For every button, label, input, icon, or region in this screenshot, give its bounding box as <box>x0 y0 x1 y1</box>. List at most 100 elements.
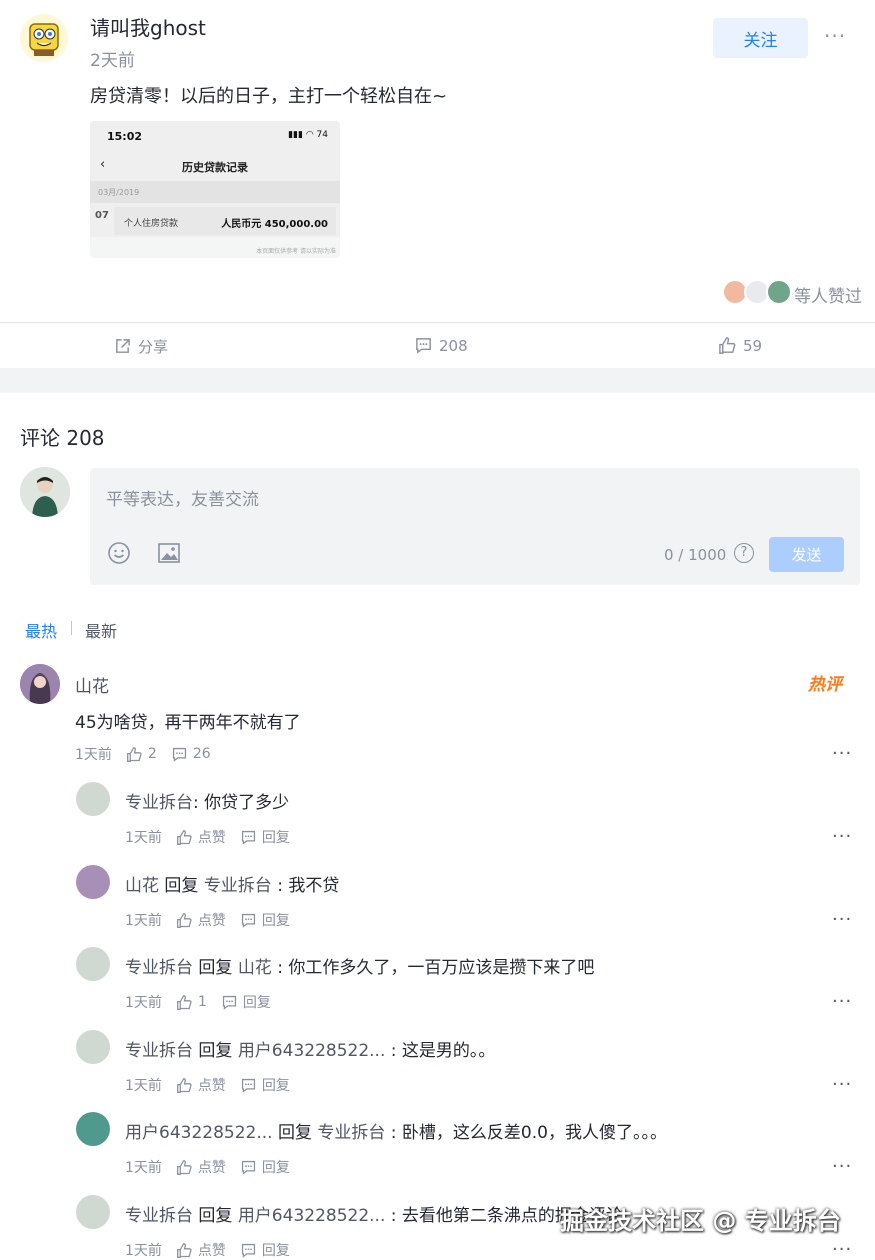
post-text: 房贷清零！以后的日子，主打一个轻松自在~ <box>90 86 448 107</box>
reply-word: 回复 <box>272 1123 318 1143</box>
reply-author[interactable]: 专业拆台 <box>125 793 193 813</box>
comment-icon <box>172 747 186 762</box>
reply-like-button[interactable]: 点赞 <box>176 1157 226 1177</box>
reply-like-button[interactable]: 点赞 <box>176 1240 226 1260</box>
reply-avatar[interactable] <box>76 782 110 816</box>
reply-more-icon[interactable]: ··· <box>832 1074 852 1095</box>
reply-target[interactable]: 专业拆台 <box>204 876 272 896</box>
reply-avatar[interactable] <box>76 947 110 981</box>
reply-content: : 这是男的。。 <box>385 1041 496 1061</box>
reply-time: 1天前 <box>125 830 162 846</box>
post-time: 2天前 <box>90 51 135 71</box>
post-image[interactable]: 15:02 ▮▮▮ ◠ 74 ‹ 历史贷款记录 03月/2019 07 个人住房… <box>90 121 340 258</box>
reply-more-icon[interactable]: ··· <box>832 1239 852 1260</box>
reply-meta: 1天前 1 回复 <box>125 992 271 1012</box>
reply-text: 专业拆台 回复 用户643228522... : 去看他第二条沸点的掘金评论 <box>125 1201 623 1226</box>
reply-text: 用户643228522... 回复 专业拆台 : 卧槽，这么反差0.0，我人傻了… <box>125 1118 667 1143</box>
reply-like-label: 点赞 <box>197 1078 226 1094</box>
reply-reply-label: 回复 <box>261 1160 290 1176</box>
help-icon[interactable]: ? <box>734 543 754 563</box>
reply-content: : 你贷了多少 <box>193 793 290 813</box>
comment-time: 1天前 <box>75 747 112 763</box>
divider <box>0 322 875 323</box>
share-button[interactable]: 分享 <box>113 336 168 357</box>
comments-title: 评论 208 <box>20 426 105 450</box>
hot-comment-badge: 热评 <box>808 675 842 695</box>
more-options-icon[interactable]: ··· <box>824 24 846 48</box>
reply-reply-button[interactable]: 回复 <box>240 1240 290 1260</box>
sort-divider <box>71 621 72 635</box>
commenter-name[interactable]: 山花 <box>75 672 109 697</box>
reply-target[interactable]: 专业拆台 <box>317 1123 385 1143</box>
comment-reply-button[interactable]: 26 <box>171 746 211 763</box>
reply-avatar[interactable] <box>76 1112 110 1146</box>
reply-more-icon[interactable]: ··· <box>832 991 852 1012</box>
reply-avatar[interactable] <box>76 865 110 899</box>
reply-text: 山花 回复 专业拆台 : 我不贷 <box>125 871 339 896</box>
loan-day: 07 <box>95 210 109 221</box>
comment-reply-count: 26 <box>192 746 211 762</box>
reply-like-button[interactable]: 点赞 <box>176 910 226 930</box>
author-name[interactable]: 请叫我ghost <box>90 12 206 41</box>
char-counter: 0 / 1000 <box>664 546 727 564</box>
image-upload-icon[interactable] <box>156 540 182 566</box>
reply-meta: 1天前 点赞 回复 <box>125 827 290 847</box>
likers-avatars[interactable] <box>722 279 792 305</box>
phone-month-label: 03月/2019 <box>90 181 340 203</box>
thumb-up-icon <box>176 1077 192 1093</box>
author-avatar[interactable] <box>20 14 68 62</box>
reply-more-icon[interactable]: ··· <box>832 1156 852 1177</box>
reply-reply-label: 回复 <box>261 830 290 846</box>
reply-author[interactable]: 用户643228522... <box>125 1123 273 1143</box>
comment-icon <box>241 913 256 928</box>
follow-button[interactable]: 关注 <box>713 18 808 58</box>
reply-reply-button[interactable]: 回复 <box>240 910 290 930</box>
comment-editor[interactable]: 平等表达，友善交流 0 / 1000 ? 发送 <box>90 468 860 585</box>
comment-more-icon[interactable]: ··· <box>832 743 852 764</box>
reply-meta: 1天前 点赞 回复 <box>125 1240 290 1260</box>
thumb-up-icon <box>176 994 192 1010</box>
comment-icon <box>241 1243 256 1258</box>
emoji-icon[interactable] <box>106 540 132 566</box>
reply-author[interactable]: 山花 <box>125 876 159 896</box>
comment-button[interactable]: 208 <box>414 336 468 355</box>
reply-target[interactable]: 山花 <box>238 958 272 978</box>
reply-more-icon[interactable]: ··· <box>832 909 852 930</box>
likers-text[interactable]: 等人赞过 <box>794 282 862 307</box>
like-count: 59 <box>743 336 763 355</box>
send-button[interactable]: 发送 <box>769 537 844 572</box>
commenter-avatar[interactable] <box>20 664 60 704</box>
comment-input[interactable]: 平等表达，友善交流 <box>106 485 259 510</box>
reply-like-button[interactable]: 点赞 <box>176 1075 226 1095</box>
reply-reply-button[interactable]: 回复 <box>221 992 271 1012</box>
reply-word: 回复 <box>193 958 238 978</box>
reply-avatar[interactable] <box>76 1030 110 1064</box>
reply-like-label: 点赞 <box>197 1160 226 1176</box>
reply-time: 1天前 <box>125 995 162 1011</box>
comment-icon <box>222 995 236 1010</box>
like-button[interactable]: 59 <box>718 336 762 355</box>
comment-like-button[interactable]: 2 <box>126 746 157 763</box>
reply-word: 回复 <box>159 876 204 896</box>
comment-meta: 1天前 2 26 <box>75 744 211 764</box>
sort-new-tab[interactable]: 最新 <box>85 618 117 642</box>
reply-author[interactable]: 专业拆台 <box>125 958 193 978</box>
reply-like-button[interactable]: 点赞 <box>176 827 226 847</box>
reply-target[interactable]: 用户643228522... <box>238 1206 386 1226</box>
reply-author[interactable]: 专业拆台 <box>125 1206 193 1226</box>
reply-like-button[interactable]: 1 <box>176 994 207 1011</box>
reply-avatar[interactable] <box>76 1195 110 1229</box>
reply-more-icon[interactable]: ··· <box>832 826 852 847</box>
sort-hot-tab[interactable]: 最热 <box>25 618 57 642</box>
reply-author[interactable]: 专业拆台 <box>125 1041 193 1061</box>
reply-reply-button[interactable]: 回复 <box>240 1157 290 1177</box>
reply-like-label: 点赞 <box>197 1243 226 1259</box>
thumb-up-icon <box>719 337 736 354</box>
reply-text: 专业拆台 回复 用户643228522... : 这是男的。。 <box>125 1036 495 1061</box>
phone-title-bar: ‹ 历史贷款记录 <box>90 151 340 181</box>
reply-reply-button[interactable]: 回复 <box>240 827 290 847</box>
reply-reply-button[interactable]: 回复 <box>240 1075 290 1095</box>
loan-record-row: 07 个人住房贷款 人民币元 450,000.00 <box>90 203 340 237</box>
reply-text: 专业拆台: 你贷了多少 <box>125 788 289 813</box>
reply-target[interactable]: 用户643228522... <box>238 1041 386 1061</box>
